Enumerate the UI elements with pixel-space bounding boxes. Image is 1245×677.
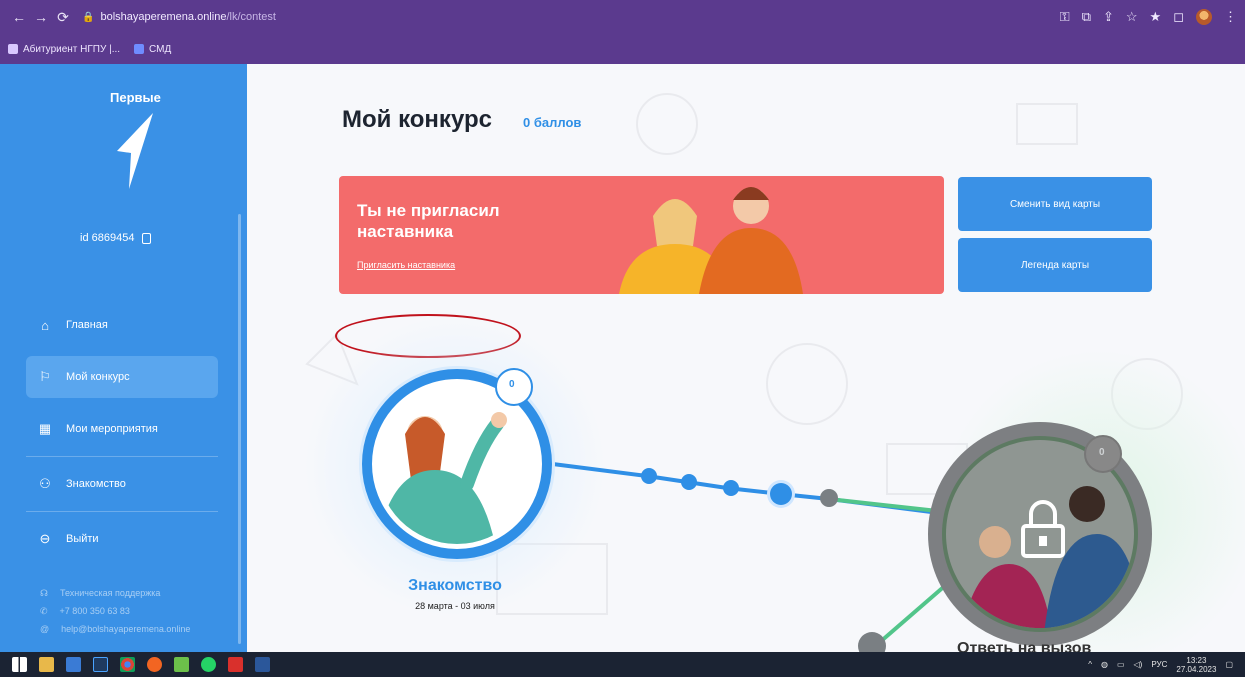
window-icon[interactable]: ◻ bbox=[1173, 9, 1184, 25]
sidebar-item-home[interactable]: ⌂ Главная bbox=[26, 304, 218, 346]
bookmark-star-icon[interactable]: ☆ bbox=[1126, 9, 1138, 25]
app-icon[interactable] bbox=[174, 657, 189, 672]
stage2-title[interactable]: Ответь на вызов bbox=[957, 640, 1091, 652]
word-icon[interactable] bbox=[255, 657, 270, 672]
url-path: /lk/contest bbox=[226, 11, 276, 23]
people-icon: ⚇ bbox=[39, 476, 51, 491]
whatsapp-icon[interactable] bbox=[201, 657, 216, 672]
battery-icon[interactable]: ▭ bbox=[1117, 660, 1125, 669]
url-domain: bolshayaperemena.online bbox=[100, 11, 227, 23]
logo-arrow-icon bbox=[117, 113, 153, 189]
profile-avatar[interactable] bbox=[1196, 9, 1212, 25]
contest-map bbox=[305, 316, 1245, 652]
bookmarks-bar: Абитуриент НГПУ |... СМД bbox=[0, 34, 1245, 64]
contest-icon: ⚐ bbox=[39, 369, 51, 384]
bookmark-icon bbox=[134, 44, 145, 54]
logout-icon: ⊖ bbox=[39, 531, 51, 546]
sidebar-item-contest[interactable]: ⚐ Мой конкурс bbox=[26, 356, 218, 398]
address-bar[interactable]: 🔒 bolshayaperemena.online/lk/contest bbox=[82, 5, 276, 29]
reload-icon[interactable]: ⟳ bbox=[52, 6, 74, 28]
chrome-icon[interactable] bbox=[120, 657, 135, 672]
home-icon: ⌂ bbox=[41, 317, 49, 333]
share-icon[interactable]: ⇪ bbox=[1103, 9, 1114, 25]
notifications-icon[interactable]: ▢ bbox=[1225, 660, 1233, 669]
main-content: Мой конкурс 0 баллов Ты не пригласил нас… bbox=[247, 64, 1245, 652]
email-icon: @ bbox=[40, 624, 50, 634]
browser-toolbar: ← → ⟳ 🔒 bolshayaperemena.online/lk/conte… bbox=[0, 0, 1245, 34]
browser-chrome: ← → ⟳ 🔒 bolshayaperemena.online/lk/conte… bbox=[0, 0, 1245, 64]
sidebar-item-acquaintance[interactable]: ⚇ Знакомство bbox=[26, 463, 218, 505]
copy-icon[interactable] bbox=[142, 232, 152, 244]
clock[interactable]: 13:23 27.04.2023 bbox=[1176, 656, 1216, 674]
system-tray: ^ ◍ ▭ ◁) РУС 13:23 27.04.2023 ▢ bbox=[1088, 656, 1233, 674]
stage1-title[interactable]: Знакомство bbox=[380, 577, 530, 595]
sidebar: Первые id 6869454 ⌂ Главная ⚐ Мой конкур… bbox=[0, 64, 247, 652]
windows-start-icon[interactable] bbox=[12, 657, 27, 672]
stage1-dates: 28 марта - 03 июля bbox=[415, 601, 495, 611]
extensions-icon[interactable]: ★ bbox=[1150, 9, 1162, 25]
forward-icon[interactable]: → bbox=[30, 6, 52, 28]
stage1-score-badge: 0 bbox=[509, 379, 515, 390]
os-taskbar: ^ ◍ ▭ ◁) РУС 13:23 27.04.2023 ▢ bbox=[0, 652, 1245, 677]
app-icon[interactable] bbox=[66, 657, 81, 672]
lock-icon: 🔒 bbox=[82, 11, 95, 23]
file-explorer-icon[interactable] bbox=[39, 657, 54, 672]
bookmark-item[interactable]: Абитуриент НГПУ |... bbox=[8, 44, 120, 55]
sidebar-item-events[interactable]: ▦ Мои мероприятия bbox=[26, 408, 218, 450]
key-icon[interactable]: ⚿ bbox=[1060, 9, 1070, 25]
stage2-score-badge: 0 bbox=[1099, 447, 1105, 458]
user-id: id 6869454 bbox=[80, 232, 152, 244]
tray-arrow-icon[interactable]: ^ bbox=[1088, 660, 1092, 669]
menu-divider bbox=[26, 456, 218, 457]
volume-icon[interactable]: ◁) bbox=[1134, 660, 1143, 669]
pdf-icon[interactable] bbox=[228, 657, 243, 672]
keyboard-lang[interactable]: РУС bbox=[1151, 660, 1167, 669]
bookmark-icon bbox=[8, 44, 18, 54]
logo-text: Первые bbox=[110, 90, 161, 105]
logo[interactable]: Первые bbox=[110, 90, 161, 191]
back-icon[interactable]: ← bbox=[8, 6, 30, 28]
network-icon[interactable]: ◍ bbox=[1101, 660, 1108, 669]
browser-actions: ⚿ ⧉ ⇪ ☆ ★ ◻ ⋮ bbox=[1060, 9, 1237, 25]
headset-icon: ☊ bbox=[40, 588, 48, 598]
translate-icon[interactable]: ⧉ bbox=[1082, 9, 1091, 25]
app-icon[interactable] bbox=[147, 657, 162, 672]
support-email[interactable]: help@bolshayaperemena.online bbox=[61, 620, 190, 638]
bookmark-item[interactable]: СМД bbox=[134, 44, 171, 55]
sidebar-item-logout[interactable]: ⊖ Выйти bbox=[26, 518, 218, 560]
menu-divider bbox=[26, 511, 218, 512]
sidebar-scrollbar[interactable] bbox=[238, 214, 241, 644]
menu-dots-icon[interactable]: ⋮ bbox=[1224, 9, 1237, 25]
support-info: ☊ Техническая поддержка ✆ +7 800 350 63 83… bbox=[40, 584, 190, 638]
support-phone[interactable]: +7 800 350 63 83 bbox=[60, 602, 130, 620]
photoshop-icon[interactable] bbox=[93, 657, 108, 672]
sidebar-menu: ⌂ Главная ⚐ Мой конкурс ▦ Мои мероприяти… bbox=[26, 304, 218, 570]
calendar-icon: ▦ bbox=[38, 421, 52, 436]
phone-icon: ✆ bbox=[40, 606, 48, 616]
